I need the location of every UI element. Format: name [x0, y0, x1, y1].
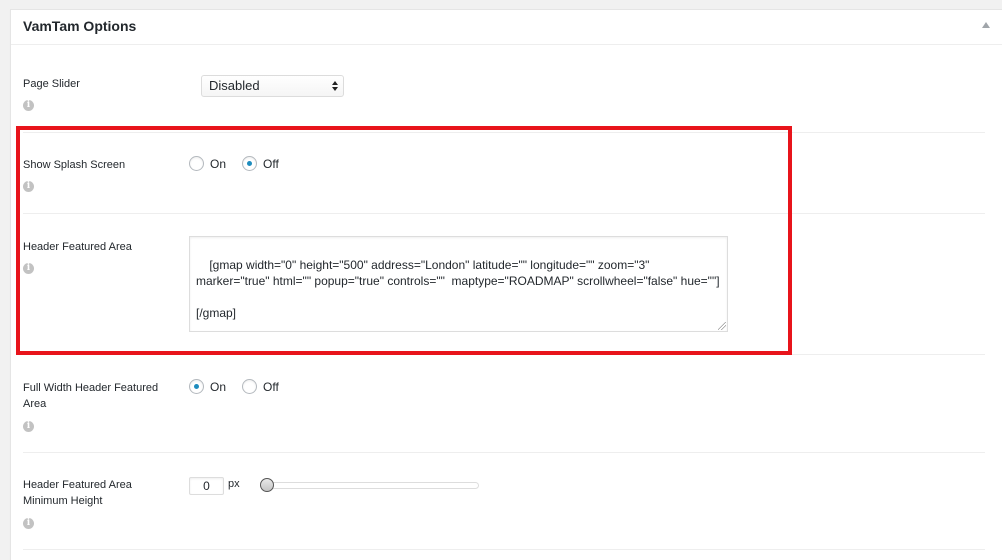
page-slider-select[interactable]: Disabled: [201, 75, 344, 97]
page-slider-selected-value: Disabled: [209, 78, 260, 93]
collapse-arrow-icon[interactable]: [982, 22, 990, 28]
full-width-off-label[interactable]: Off: [263, 379, 279, 395]
panel-header[interactable]: VamTam Options: [11, 10, 1002, 45]
info-icon[interactable]: i: [23, 518, 34, 529]
full-width-header-label: Full Width Header Featured Area: [23, 382, 159, 410]
select-arrows-icon: [332, 80, 338, 92]
highlight-box: [16, 126, 792, 355]
min-height-input[interactable]: 0: [189, 477, 224, 495]
full-width-on-radio[interactable]: [189, 379, 204, 394]
min-height-slider[interactable]: [260, 478, 479, 492]
panel-title: VamTam Options: [23, 18, 137, 34]
full-width-off-radio[interactable]: [242, 379, 257, 394]
slider-handle[interactable]: [260, 478, 274, 492]
info-icon[interactable]: i: [23, 421, 34, 432]
header-min-height-label: Header Featured Area Minimum Height: [23, 479, 132, 507]
min-height-unit: px: [228, 478, 240, 490]
page-slider-label: Page Slider: [23, 78, 80, 90]
info-icon[interactable]: i: [23, 100, 34, 111]
full-width-on-label[interactable]: On: [210, 379, 226, 395]
